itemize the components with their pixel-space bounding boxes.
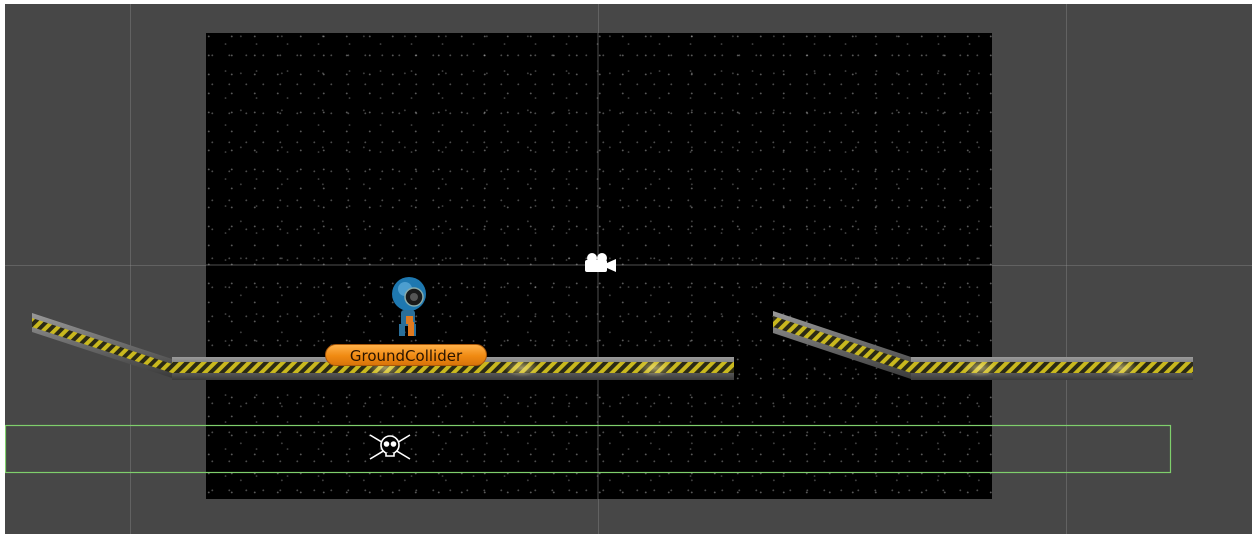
- camera-gizmo-icon[interactable]: [585, 253, 616, 272]
- scene-view[interactable]: GroundCollider: [5, 4, 1252, 534]
- platform-right[interactable]: [773, 311, 1193, 380]
- kill-zone-collider[interactable]: [5, 424, 1172, 474]
- scene-gizmos: [5, 33, 1193, 499]
- platform-left-slope[interactable]: [32, 313, 172, 378]
- selected-object-label[interactable]: GroundCollider: [325, 344, 487, 366]
- skull-crossbones-icon[interactable]: [369, 434, 411, 460]
- player-robot-sprite[interactable]: [392, 277, 426, 336]
